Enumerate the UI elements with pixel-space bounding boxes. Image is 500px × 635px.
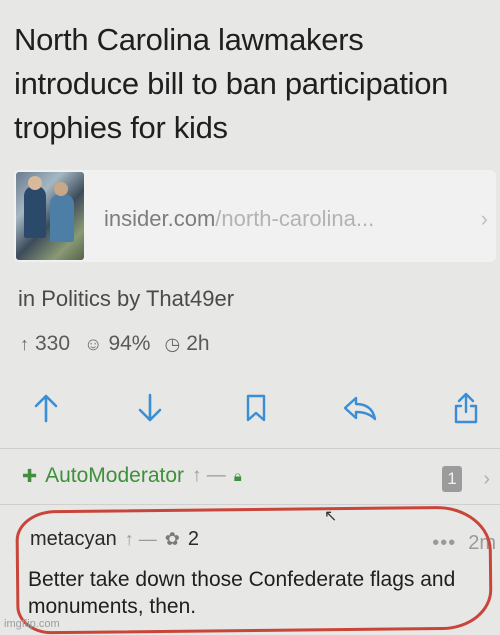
automod-username[interactable]: AutoModerator	[45, 464, 184, 488]
upvote-count: 330	[35, 332, 71, 355]
upvote-ratio: 94%	[108, 332, 151, 355]
mouse-cursor-icon: ↖	[324, 508, 338, 525]
collapsed-count-badge[interactable]: 1	[442, 466, 462, 492]
post-action-bar	[0, 388, 500, 438]
post-title[interactable]: North Carolina lawmakers introduce bill …	[14, 18, 489, 150]
share-icon	[454, 392, 478, 424]
divider	[0, 448, 500, 449]
downvote-button[interactable]	[130, 388, 170, 428]
save-button[interactable]	[236, 388, 276, 428]
watermark: imgflip.com	[4, 618, 60, 630]
link-url[interactable]: insider.com/north-carolina...	[104, 206, 374, 232]
red-highlight-circle	[15, 505, 493, 635]
link-domain: insider.com	[104, 206, 216, 231]
divider	[0, 504, 500, 505]
post-age: 2h	[186, 332, 210, 355]
bookmark-icon	[246, 394, 266, 422]
ratio-icon: ☺	[84, 333, 103, 354]
clock-icon: ◷	[164, 333, 181, 354]
post-meta: in Politics by That49er	[18, 286, 235, 311]
link-thumbnail[interactable]	[16, 172, 84, 260]
reply-icon	[343, 396, 377, 421]
post-stats: ↑ 330 ☺ 94% ◷ 2h	[20, 332, 210, 356]
link-path: /north-carolina...	[215, 206, 375, 231]
chevron-right-icon: ›	[483, 468, 490, 490]
chevron-right-icon: ›	[480, 206, 488, 231]
automod-comment-header[interactable]: ✚ AutoModerator ↑ — 🔒︎	[22, 464, 242, 488]
upvote-button[interactable]	[26, 388, 66, 428]
reply-button[interactable]	[340, 388, 380, 428]
arrow-down-icon	[138, 393, 162, 422]
upvote-count-icon: ↑	[20, 333, 29, 354]
pin-icon: ✚	[22, 465, 38, 486]
link-card[interactable]: insider.com/north-carolina... ›	[14, 170, 496, 262]
automod-score: ↑ —	[192, 465, 226, 486]
share-button[interactable]	[446, 388, 486, 428]
lock-icon: 🔒︎	[233, 467, 242, 485]
arrow-up-icon	[34, 394, 58, 423]
